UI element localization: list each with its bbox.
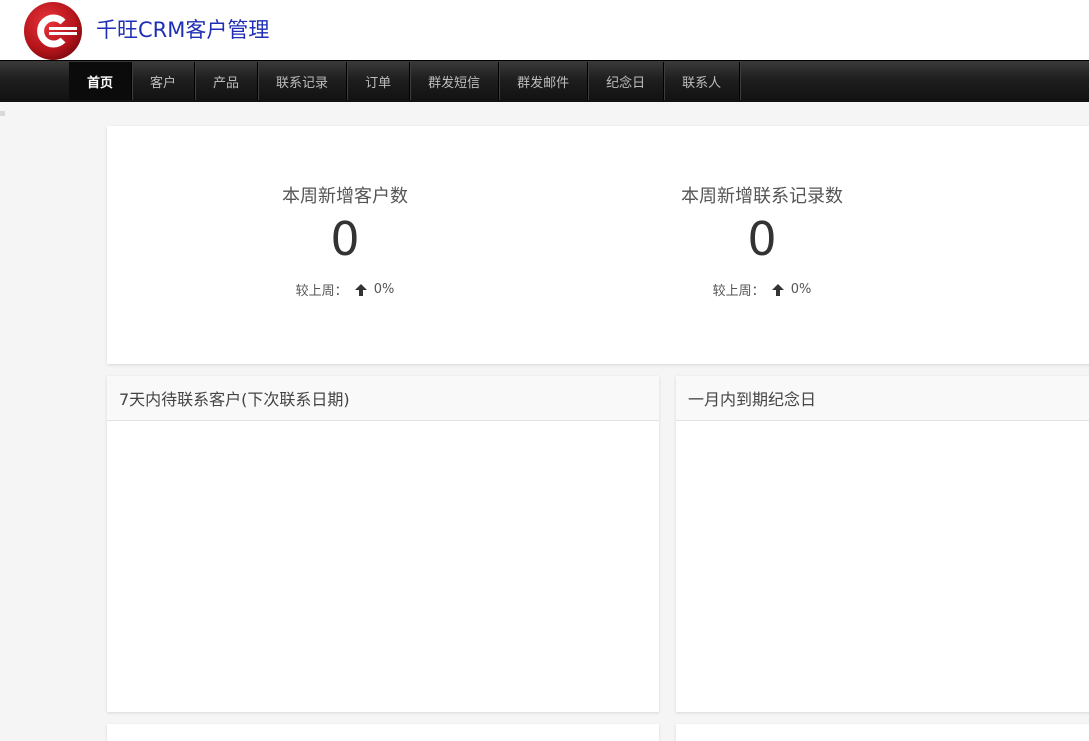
nav-item-orders[interactable]: 订单 — [347, 62, 411, 100]
panel-title: 7天内待联系客户(下次联系日期) — [107, 376, 659, 421]
sidebar-toggle-handle[interactable] — [0, 111, 5, 116]
nav-item-products[interactable]: 产品 — [195, 62, 259, 100]
nav-item-home[interactable]: 首页 — [69, 62, 133, 100]
stat-new-contact-records: 本周新增联系记录数 0 较上周： 0% — [602, 182, 922, 299]
compare-change: 0% — [790, 282, 812, 297]
compare-change: 0% — [373, 282, 395, 297]
stat-compare: 较上周： 0% — [185, 280, 505, 299]
nav-item-contact-records[interactable]: 联系记录 — [258, 62, 348, 100]
nav-item-bulk-sms[interactable]: 群发短信 — [410, 62, 500, 100]
panel-title: 一月内到期纪念日 — [676, 376, 1089, 421]
app-header: 千旺CRM客户管理 — [0, 0, 1089, 60]
compare-label: 较上周： — [295, 284, 348, 299]
weekly-stats-panel: 本周新增客户数 0 较上周： 0% 本周新增联系记录数 0 较上周： 0% — [107, 126, 1089, 364]
stat-title: 本周新增联系记录数 — [681, 186, 843, 207]
nav-item-bulk-email[interactable]: 群发邮件 — [499, 62, 589, 100]
nav-item-customers[interactable]: 客户 — [132, 62, 196, 100]
panel-bottom-right — [676, 724, 1089, 741]
arrow-up-icon — [354, 283, 367, 296]
panel-upcoming-contacts: 7天内待联系客户(下次联系日期) — [107, 376, 659, 712]
crm-logo-icon[interactable] — [23, 1, 83, 61]
brand-title[interactable]: 千旺CRM客户管理 — [96, 14, 269, 44]
nav-list: 首页 客户 产品 联系记录 订单 群发短信 群发邮件 纪念日 联系人 — [69, 61, 741, 102]
panel-anniversaries: 一月内到期纪念日 — [676, 376, 1089, 712]
arrow-up-icon — [771, 283, 784, 296]
stat-new-customers: 本周新增客户数 0 较上周： 0% — [185, 182, 505, 299]
nav-item-contacts[interactable]: 联系人 — [664, 62, 741, 100]
main-navbar: 首页 客户 产品 联系记录 订单 群发短信 群发邮件 纪念日 联系人 — [0, 60, 1089, 102]
stat-compare: 较上周： 0% — [602, 280, 922, 299]
stat-title: 本周新增客户数 — [282, 186, 408, 207]
panel-bottom-left — [107, 724, 659, 741]
nav-item-anniversaries[interactable]: 纪念日 — [588, 62, 665, 100]
stat-value: 0 — [330, 212, 360, 266]
compare-label: 较上周： — [712, 284, 765, 299]
stat-value: 0 — [747, 212, 777, 266]
